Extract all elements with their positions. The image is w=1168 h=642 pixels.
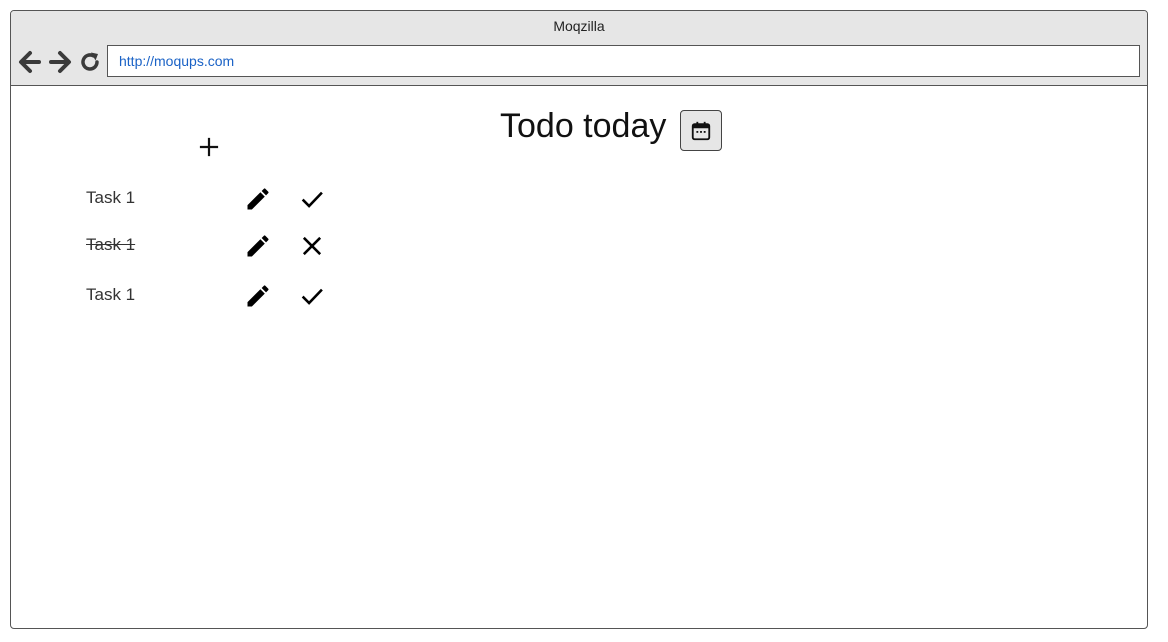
reload-icon xyxy=(81,52,99,71)
task-label: Task 1 xyxy=(86,188,136,207)
task-row: Task 1 xyxy=(86,231,346,261)
uncomplete-task-button[interactable] xyxy=(298,232,326,260)
edit-task-button[interactable] xyxy=(244,282,272,310)
calendar-icon xyxy=(691,121,711,140)
complete-task-button[interactable] xyxy=(298,185,326,213)
window-title: Moqzilla xyxy=(553,18,605,34)
browser-window: Moqzilla Todo today xyxy=(10,10,1148,629)
arrow-left-icon xyxy=(19,51,41,73)
page-content: Todo today Task 1 Task 1 Task 1 xyxy=(11,86,1147,628)
close-icon xyxy=(302,236,322,256)
calendar-button[interactable] xyxy=(680,110,722,151)
plus-icon xyxy=(199,137,219,157)
page-title: Todo today xyxy=(500,107,667,145)
complete-task-button[interactable] xyxy=(298,282,326,310)
task-label: Task 1 xyxy=(86,285,136,304)
pencil-icon xyxy=(247,188,269,210)
check-icon xyxy=(301,191,323,208)
task-row: Task 1 xyxy=(86,281,346,311)
arrow-right-icon xyxy=(49,51,71,73)
browser-chrome: Moqzilla xyxy=(11,11,1147,86)
pencil-icon xyxy=(247,285,269,307)
edit-task-button[interactable] xyxy=(244,232,272,260)
back-button[interactable] xyxy=(18,50,42,74)
forward-button[interactable] xyxy=(48,50,72,74)
add-task-button[interactable] xyxy=(197,135,221,159)
reload-button[interactable] xyxy=(78,50,102,74)
edit-task-button[interactable] xyxy=(244,185,272,213)
task-label: Task 1 xyxy=(86,235,136,254)
pencil-icon xyxy=(247,235,269,257)
check-icon xyxy=(301,288,323,305)
url-input[interactable] xyxy=(107,45,1140,77)
task-row: Task 1 xyxy=(86,184,346,214)
